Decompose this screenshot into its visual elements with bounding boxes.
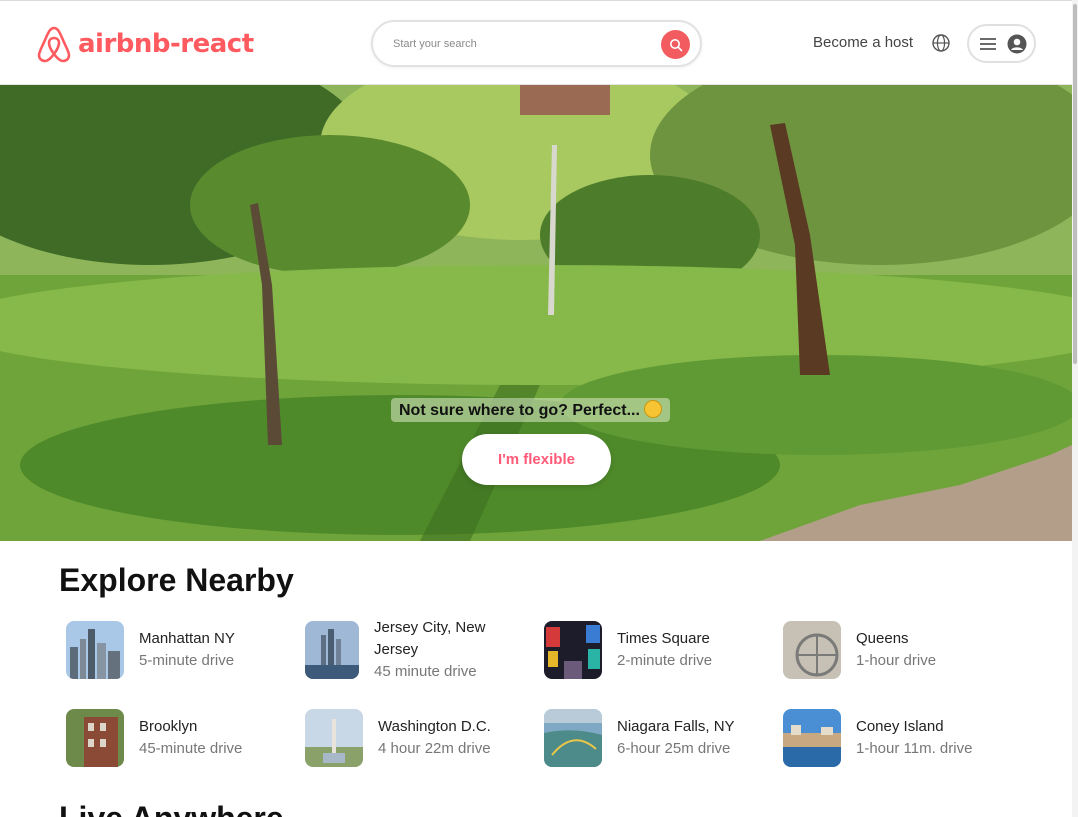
- search-icon: [669, 38, 682, 51]
- washington-dc-thumbnail: [305, 709, 363, 767]
- hero-caption: Not sure where to go? Perfect...: [391, 398, 670, 422]
- globe-icon[interactable]: [931, 33, 951, 53]
- search-bar[interactable]: [371, 20, 702, 67]
- coney-island-thumbnail: [783, 709, 841, 767]
- explore-nearby-title: Explore Nearby: [59, 562, 294, 598]
- user-menu-button[interactable]: [967, 24, 1036, 63]
- nearby-distance: 2-minute drive: [617, 652, 713, 669]
- search-button[interactable]: [661, 30, 690, 59]
- brooklyn-thumbnail: [66, 709, 124, 767]
- nearby-name: Jersey City, New Jersey: [374, 619, 486, 658]
- nearby-distance: 1-hour 11m. drive: [856, 740, 973, 757]
- nearby-card-times-square[interactable]: Times Square 2-minute drive: [544, 621, 764, 679]
- nearby-name: Brooklyn: [139, 718, 198, 735]
- nearby-card-queens[interactable]: Queens 1-hour drive: [783, 621, 1003, 679]
- live-anywhere-title: Live Anywhere: [59, 800, 284, 817]
- hero-caption-text: Not sure where to go? Perfect...: [399, 402, 640, 419]
- im-flexible-button[interactable]: I'm flexible: [462, 434, 611, 485]
- nearby-name: Niagara Falls, NY: [617, 718, 735, 735]
- user-icon: [1007, 34, 1027, 54]
- nearby-card-niagara-falls[interactable]: Niagara Falls, NY 6-hour 25m drive: [544, 709, 764, 767]
- nearby-card-coney-island[interactable]: Coney Island 1-hour 11m. drive: [783, 709, 1003, 767]
- nearby-card-jersey-city[interactable]: Jersey City, New Jersey 45 minute drive: [305, 617, 525, 683]
- nearby-name: Queens: [856, 630, 909, 647]
- top-header: airbnb-react Become a host: [0, 0, 1078, 85]
- nearby-name: Coney Island: [856, 718, 944, 735]
- menu-icon: [980, 38, 996, 50]
- nearby-card-manhattan[interactable]: Manhattan NY 5-minute drive: [66, 621, 286, 679]
- times-square-thumbnail: [544, 621, 602, 679]
- nearby-card-washington-dc[interactable]: Washington D.C. 4 hour 22m drive: [305, 709, 525, 767]
- become-host-link[interactable]: Become a host: [813, 34, 913, 51]
- nearby-distance: 45 minute drive: [374, 663, 477, 680]
- nearby-distance: 6-hour 25m drive: [617, 740, 731, 757]
- smiley-emoji-icon: [643, 400, 662, 418]
- nearby-distance: 45-minute drive: [139, 740, 243, 757]
- logo-text: airbnb-react: [78, 29, 254, 59]
- jersey-city-thumbnail: [305, 621, 359, 679]
- nearby-name: Times Square: [617, 630, 710, 647]
- nearby-distance: 5-minute drive: [139, 652, 235, 669]
- scrollbar-thumb[interactable]: [1073, 4, 1077, 364]
- logo[interactable]: airbnb-react: [36, 25, 254, 63]
- hero-banner: Not sure where to go? Perfect... I'm fle…: [0, 85, 1072, 541]
- airbnb-logo-icon: [37, 26, 71, 63]
- nearby-name: Manhattan NY: [139, 630, 235, 647]
- queens-thumbnail: [783, 621, 841, 679]
- manhattan-thumbnail: [66, 621, 124, 679]
- nearby-card-brooklyn[interactable]: Brooklyn 45-minute drive: [66, 709, 286, 767]
- nearby-distance: 1-hour drive: [856, 652, 937, 669]
- niagara-falls-thumbnail: [544, 709, 602, 767]
- nearby-name: Washington D.C.: [378, 718, 491, 735]
- nearby-distance: 4 hour 22m drive: [378, 740, 491, 757]
- search-input[interactable]: [393, 33, 653, 55]
